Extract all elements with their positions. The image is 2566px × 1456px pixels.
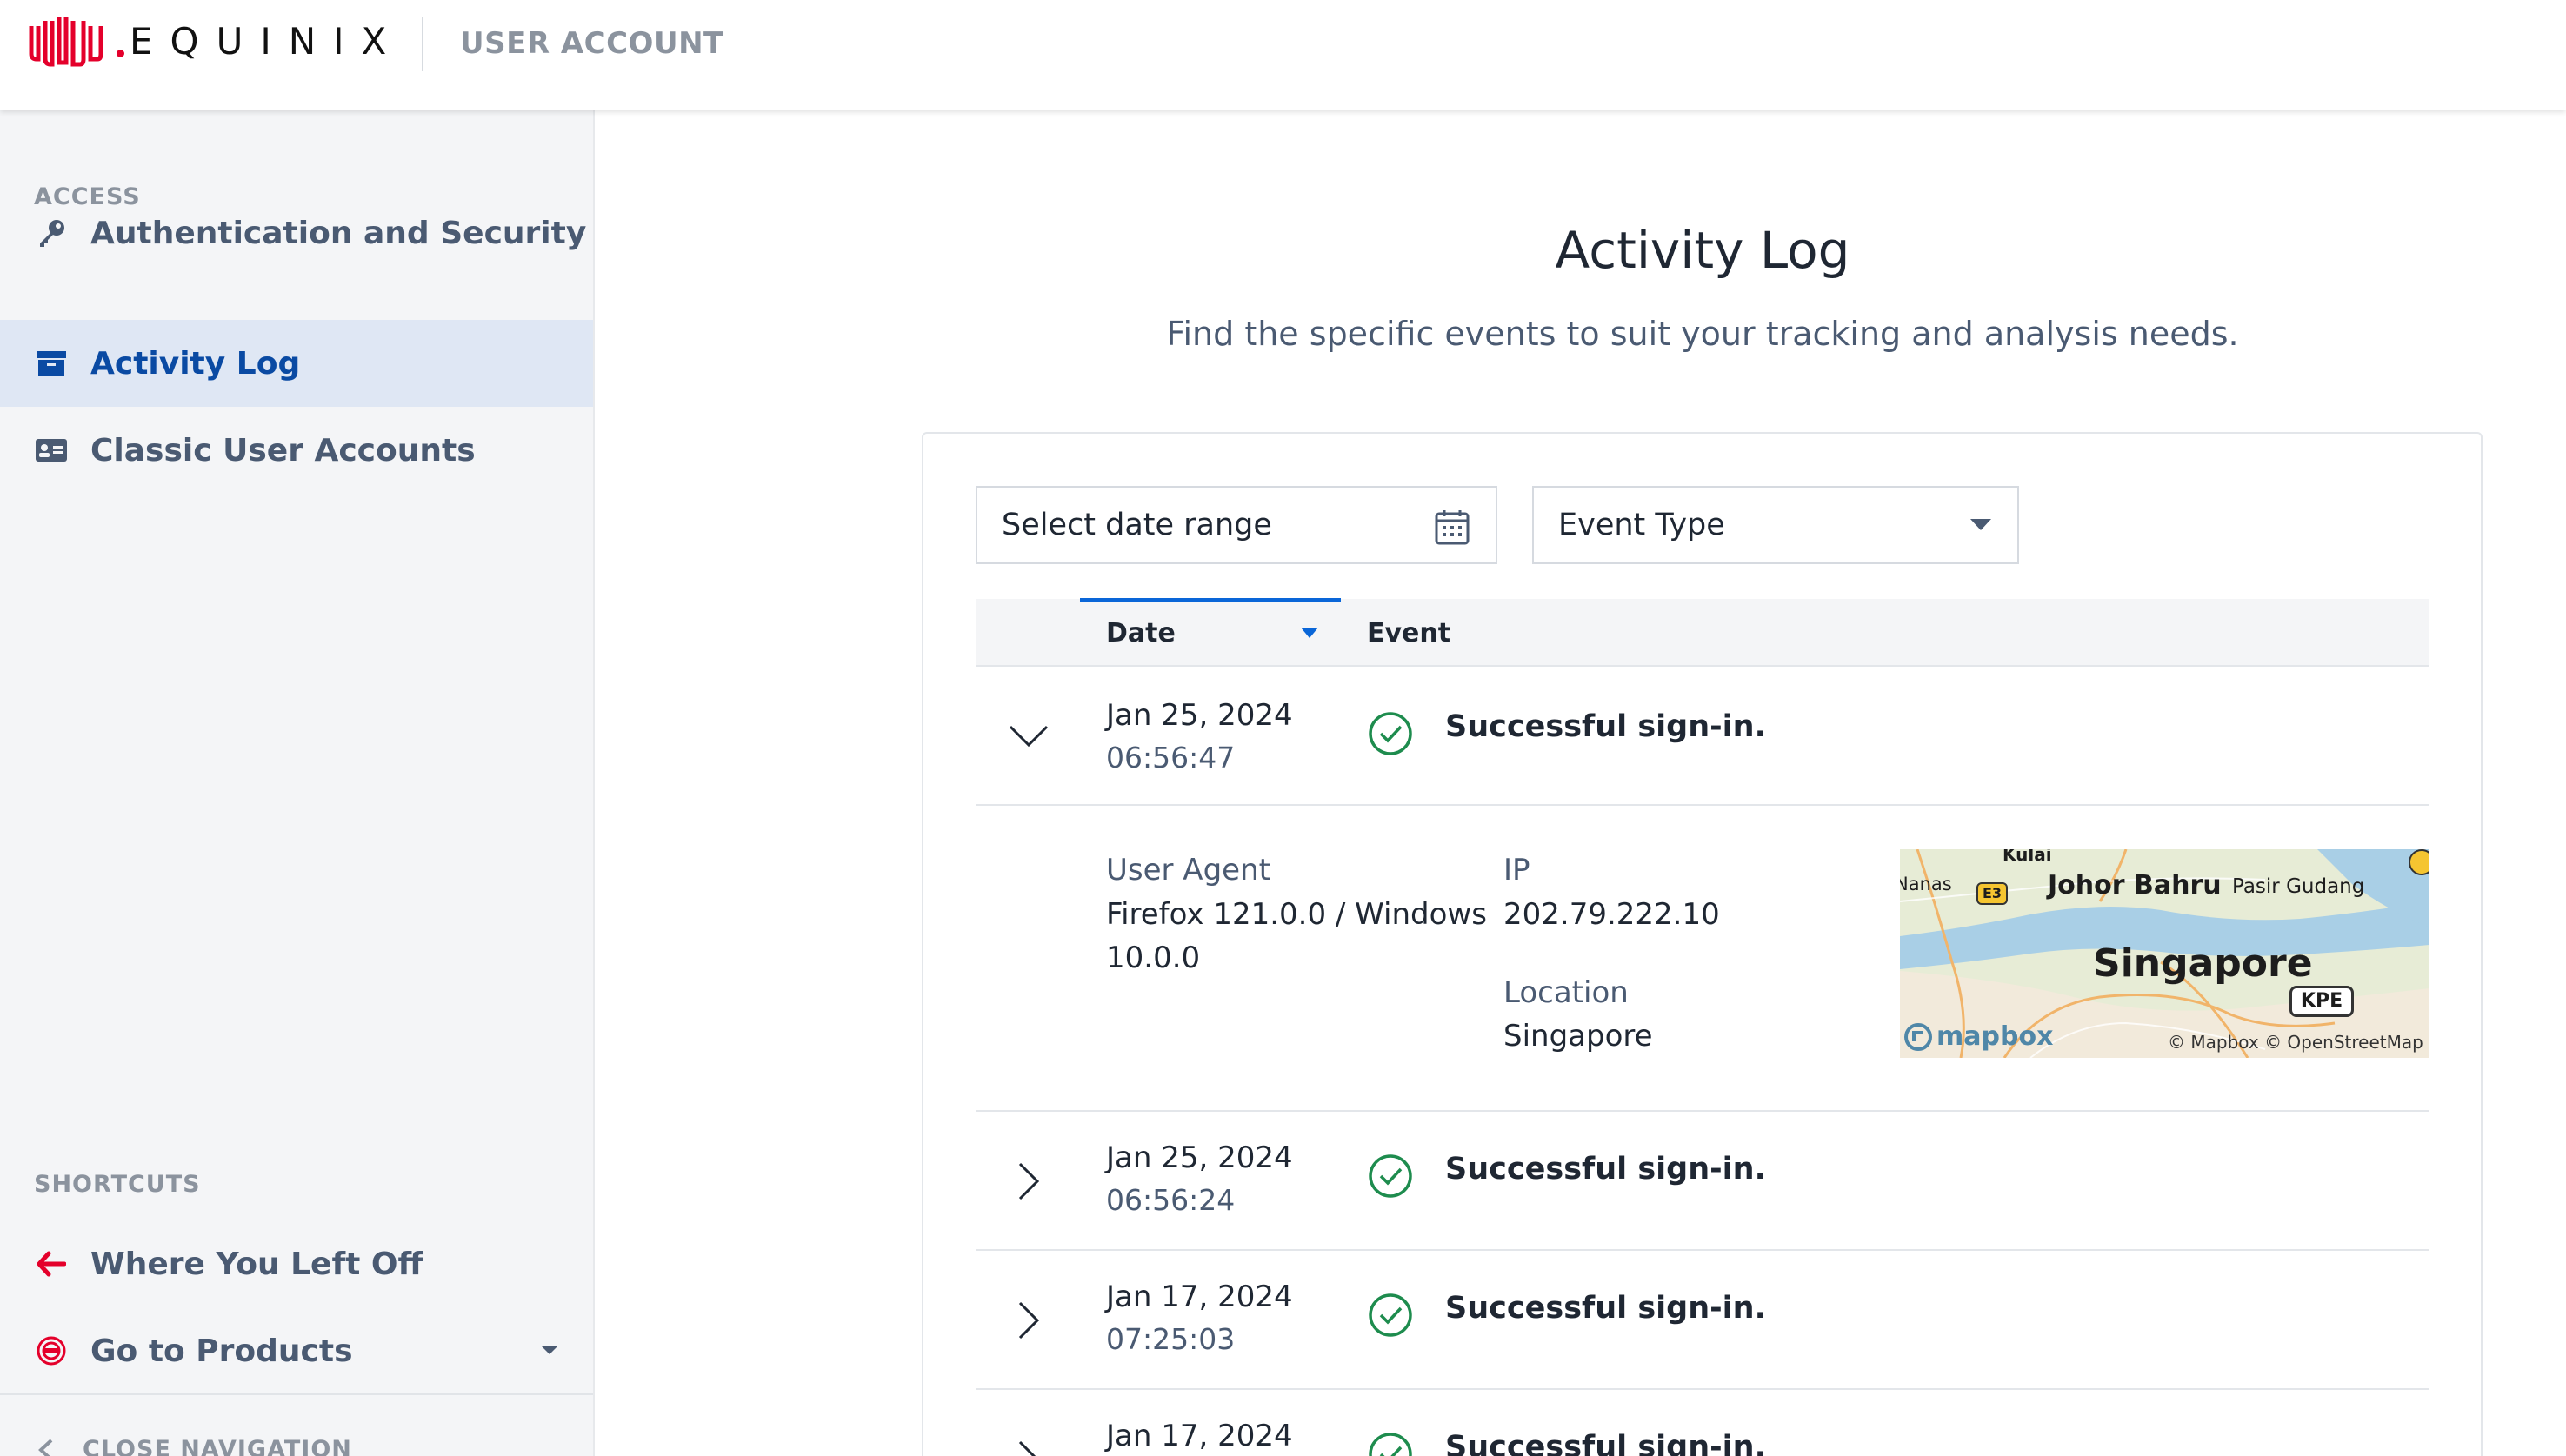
header-divider — [422, 17, 423, 71]
success-check-icon — [1369, 1433, 1412, 1456]
event-type-label: Event Type — [1558, 508, 1725, 542]
sidebar-item-label: Classic User Accounts — [90, 432, 476, 469]
page-title: Activity Log — [1555, 221, 1850, 280]
table-row[interactable]: Jan 25, 2024 06:56:47 Successful sign-in… — [976, 667, 2429, 806]
sidebar-item-activity-log[interactable]: Activity Log — [0, 320, 593, 407]
row-time: 06:56:47 — [1106, 741, 1236, 775]
equinix-logo-mark-icon — [29, 17, 103, 67]
arrow-left-icon — [35, 1247, 68, 1280]
sidebar-divider — [0, 1393, 593, 1395]
sidebar-item-classic-user-accounts[interactable]: Classic User Accounts — [0, 407, 593, 494]
map-attribution[interactable]: © Mapbox © OpenStreetMap — [2168, 1032, 2423, 1053]
map-city-singapore: Singapore — [2093, 941, 2313, 986]
chevron-right-icon — [1018, 1162, 1040, 1200]
row-date: Jan 25, 2024 — [1106, 698, 1293, 733]
row-date: Jan 17, 2024 — [1106, 1280, 1293, 1314]
row-date: Jan 25, 2024 — [1106, 1140, 1293, 1175]
row-event: Successful sign-in. — [1445, 1430, 1766, 1456]
chevron-down-icon[interactable] — [541, 1346, 558, 1354]
row-event: Successful sign-in. — [1445, 1291, 1766, 1326]
date-range-placeholder: Select date range — [1002, 508, 1272, 542]
map-place-pasir-gudang: Pasir Gudang — [2232, 875, 2365, 898]
calendar-icon — [1435, 510, 1470, 545]
top-header: EQUINIX USER ACCOUNT — [0, 0, 2566, 110]
mapbox-logo-icon — [1904, 1022, 1932, 1051]
expand-row-button[interactable] — [1007, 1438, 1050, 1456]
page-subtitle: Find the specific events to suit your tr… — [1166, 315, 2239, 353]
table-row[interactable]: Jan 25, 2024 06:56:24 Successful sign-in… — [976, 1112, 2429, 1251]
location-label: Location — [1503, 975, 1629, 1010]
section-label-shortcuts: SHORTCUTS — [34, 1171, 201, 1198]
row-time: 06:56:24 — [1106, 1183, 1236, 1217]
row-date: Jan 17, 2024 — [1106, 1419, 1293, 1453]
road-badge-kpe: KPE — [2289, 986, 2354, 1017]
key-icon — [35, 216, 68, 249]
success-check-icon — [1369, 1293, 1412, 1337]
expand-row-button[interactable] — [1007, 1299, 1050, 1342]
column-header-event[interactable]: Event — [1367, 618, 1450, 648]
sidebar-item-authentication-security[interactable]: Authentication and Security — [0, 189, 593, 276]
map-marker-icon — [2409, 849, 2429, 875]
road-badge-e3: E3 — [1976, 882, 2008, 905]
success-check-icon — [1369, 712, 1412, 755]
chevron-right-icon — [1018, 1440, 1036, 1456]
chevron-down-icon — [1009, 725, 1049, 748]
app-root: EQUINIX USER ACCOUNT ACCESS Authenticati… — [0, 0, 2566, 1456]
table-row[interactable]: Jan 17, 2024 07:25:03 Successful sign-in… — [976, 1251, 2429, 1390]
column-header-date[interactable]: Date — [1106, 618, 1176, 648]
map-place-johor-bahru: Johor Bahru — [2048, 870, 2222, 901]
user-agent-value-line2: 10.0.0 — [1106, 941, 1201, 975]
sidebar-item-where-you-left-off[interactable]: Where You Left Off — [0, 1220, 593, 1307]
chevron-left-icon — [38, 1439, 53, 1456]
row-time: 07:25:03 — [1106, 1322, 1236, 1356]
location-map[interactable]: Kulai Nanas E3 Johor Bahru Pasir Gudang … — [1900, 849, 2429, 1058]
sidebar-item-label: Where You Left Off — [90, 1246, 423, 1282]
sidebar-item-label: Go to Products — [90, 1333, 353, 1369]
event-type-select[interactable]: Event Type — [1532, 486, 2019, 564]
map-place-kulai: Kulai — [2003, 849, 2052, 865]
collapse-row-button[interactable] — [1007, 715, 1050, 758]
table-row[interactable]: Jan 17, 2024 Successful sign-in. — [976, 1390, 2429, 1456]
row-event: Successful sign-in. — [1445, 709, 1766, 744]
success-check-icon — [1369, 1154, 1412, 1198]
user-agent-value-line1: Firefox 121.0.0 / Windows — [1106, 897, 1487, 932]
logo-dot — [117, 49, 124, 57]
chevron-right-icon — [1018, 1301, 1040, 1340]
sort-indicator-bar — [1080, 598, 1341, 602]
ip-label: IP — [1503, 853, 1530, 888]
sidebar-item-label: Activity Log — [90, 345, 301, 382]
products-icon — [35, 1334, 68, 1367]
row-event: Successful sign-in. — [1445, 1152, 1766, 1187]
close-navigation-button[interactable]: CLOSE NAVIGATION — [34, 1436, 352, 1456]
user-agent-label: User Agent — [1106, 853, 1270, 888]
expand-row-button[interactable] — [1007, 1160, 1050, 1203]
logo-wordmark: EQUINIX — [130, 19, 404, 63]
sidebar: ACCESS Authentication and Security Activ… — [0, 110, 595, 1456]
sort-descending-icon[interactable] — [1301, 628, 1318, 638]
chevron-down-icon — [1970, 519, 1991, 530]
id-card-icon — [35, 434, 68, 467]
sidebar-item-label: Authentication and Security — [90, 215, 587, 251]
date-range-picker[interactable]: Select date range — [976, 486, 1497, 564]
archive-box-icon — [35, 347, 68, 380]
table-header: Date Event — [976, 599, 2429, 667]
ip-value: 202.79.222.10 — [1503, 897, 1720, 932]
mapbox-logo: mapbox — [1903, 1021, 2053, 1052]
location-value: Singapore — [1503, 1019, 1653, 1054]
close-navigation-label: CLOSE NAVIGATION — [83, 1436, 352, 1456]
equinix-logo[interactable]: EQUINIX — [28, 14, 403, 68]
map-place-nanas: Nanas — [1900, 874, 1952, 894]
header-title: USER ACCOUNT — [460, 26, 724, 61]
sidebar-item-go-to-products[interactable]: Go to Products — [0, 1307, 593, 1394]
